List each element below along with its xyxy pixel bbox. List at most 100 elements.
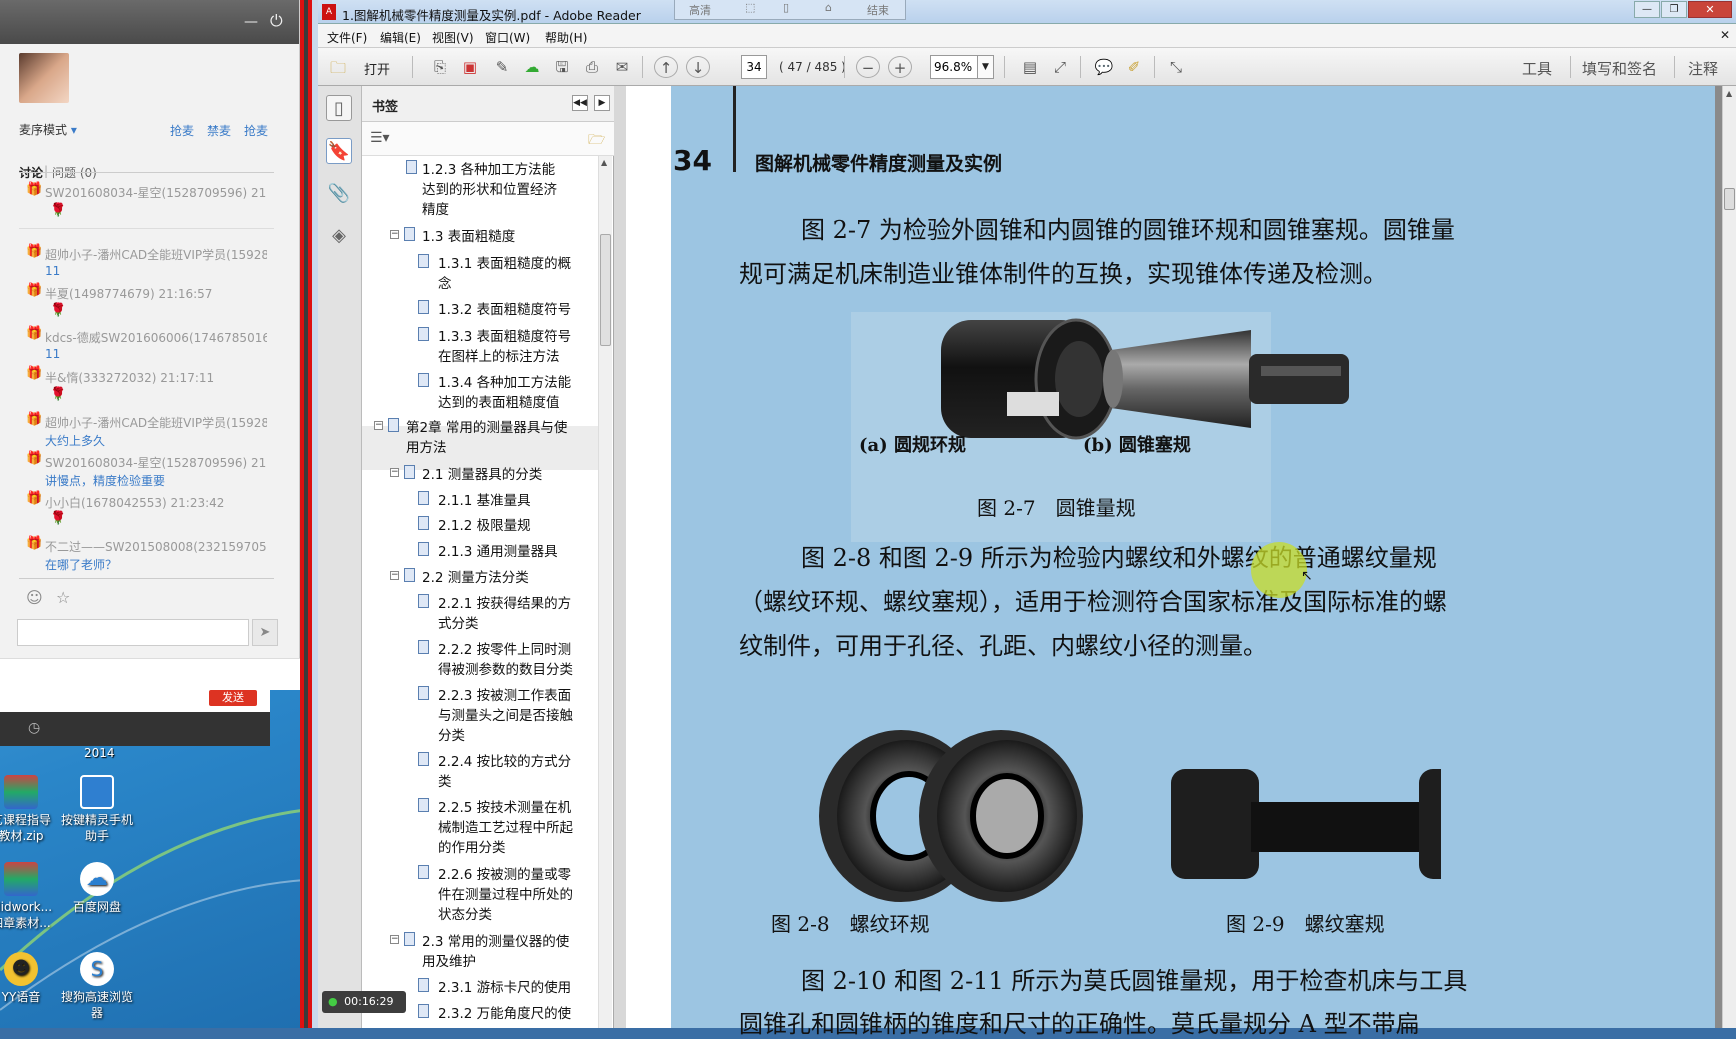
close-doc-icon[interactable]: ✕ bbox=[1720, 28, 1730, 42]
document-scrollbar[interactable]: ▲ bbox=[1722, 86, 1736, 1028]
menu-edit[interactable]: 编辑(E) bbox=[380, 29, 421, 46]
page-thumbnails-icon[interactable]: ▯ bbox=[326, 95, 352, 121]
comment-button[interactable]: 注释 bbox=[1688, 58, 1718, 79]
print-icon[interactable]: ⎙ bbox=[580, 56, 604, 78]
zoom-dropdown-chevron-icon[interactable]: ▼ bbox=[978, 55, 994, 79]
layers-icon[interactable]: ◈ bbox=[326, 223, 352, 249]
collapse-toggle-icon[interactable]: − bbox=[390, 571, 399, 580]
bookmark-item[interactable]: 2.3 常用的测量仪器的使 用及维护 bbox=[422, 932, 569, 972]
comment-bubble-icon[interactable]: 💬 bbox=[1092, 56, 1116, 78]
zoom-out-icon[interactable]: − bbox=[856, 56, 880, 78]
avatar[interactable] bbox=[19, 53, 69, 103]
bookmark-label: 得被测参数的数目分类 bbox=[438, 662, 573, 678]
chevron-right-icon[interactable]: ▶ bbox=[594, 95, 610, 111]
menu-window[interactable]: 窗口(W) bbox=[485, 29, 530, 46]
grab-mic-link[interactable]: 抢麦 bbox=[170, 122, 194, 139]
send-icon[interactable]: ➤ bbox=[252, 619, 278, 646]
zoom-in-icon[interactable]: + bbox=[888, 56, 912, 78]
home-icon[interactable]: ⌂ bbox=[825, 1, 832, 14]
export-pdf-icon[interactable]: ▣ bbox=[458, 56, 482, 78]
zoom-input[interactable] bbox=[930, 55, 978, 79]
menu-view[interactable]: 视图(V) bbox=[432, 29, 474, 46]
attachment-icon[interactable]: 📎 bbox=[326, 181, 352, 207]
end-tab[interactable]: 结束 bbox=[867, 2, 889, 18]
desktop-icon-baidu-pan[interactable]: ☁ 百度网盘 bbox=[52, 862, 142, 915]
bookmark-scrollbar[interactable]: ▲ bbox=[598, 156, 612, 1028]
bookmark-item[interactable]: 2.2.2 按零件上同时测 得被测参数的数目分类 bbox=[438, 640, 573, 680]
bookmark-item[interactable]: 2.1.2 极限量规 bbox=[438, 516, 531, 536]
upload-icon[interactable]: ☁ bbox=[520, 56, 544, 78]
fit-page-icon[interactable]: ▤ bbox=[1018, 56, 1042, 78]
bookmark-icon[interactable]: 🔖 bbox=[326, 138, 352, 164]
mic-mode-select[interactable]: 麦序模式 ▾ bbox=[19, 121, 77, 138]
bookmark-item[interactable]: 1.3.4 各种加工方法能 达到的表面粗糙度值 bbox=[438, 373, 571, 413]
bookmark-item[interactable]: 1.3.1 表面粗糙度的概念 bbox=[438, 254, 571, 294]
collapse-toggle-icon[interactable]: − bbox=[390, 230, 399, 239]
hd-tab[interactable]: 高清 bbox=[689, 2, 711, 18]
collapse-toggle-icon[interactable]: − bbox=[390, 468, 399, 477]
bookmark-item[interactable]: 2.3.1 游标卡尺的使用 bbox=[438, 978, 571, 998]
bookmark-item[interactable]: 2.2 测量方法分类 bbox=[422, 568, 529, 588]
open-button[interactable]: 🗀 打开 bbox=[330, 56, 402, 78]
page-number-input[interactable] bbox=[741, 55, 767, 79]
bookmark-item-chapter-2[interactable]: 第2章 常用的测量器具与使 用方法 bbox=[406, 418, 567, 458]
scroll-thumb[interactable] bbox=[600, 234, 611, 346]
collapse-toggle-icon[interactable]: − bbox=[390, 935, 399, 944]
fill-sign-button[interactable]: 填写和签名 bbox=[1582, 58, 1657, 79]
bookmark-item[interactable]: 2.2.3 按被测工作表面 与测量头之间是否接触 分类 bbox=[438, 686, 573, 746]
question-count: (0) bbox=[79, 166, 97, 180]
scroll-up-icon[interactable]: ▲ bbox=[1726, 89, 1732, 98]
minimize-icon[interactable]: — bbox=[244, 14, 258, 30]
close-button[interactable]: ✕ bbox=[1688, 1, 1732, 18]
previous-page-icon[interactable]: ↑ bbox=[654, 56, 678, 78]
bookmark-item[interactable]: 2.1 测量器具的分类 bbox=[422, 465, 542, 485]
grab-mic-link-2[interactable]: 抢麦 bbox=[244, 122, 268, 139]
bookmark-item[interactable]: 2.2.5 按技术测量在机 械制造工艺过程中所起 的作用分类 bbox=[438, 798, 573, 858]
bookmark-item[interactable]: 2.2.4 按比较的方式分类 bbox=[438, 752, 571, 792]
email-icon[interactable]: ✉ bbox=[610, 56, 634, 78]
bookmark-item[interactable]: 1.3 表面粗糙度 bbox=[422, 227, 515, 247]
fullscreen-icon[interactable]: ⤡ bbox=[1164, 56, 1188, 78]
ban-mic-link[interactable]: 禁麦 bbox=[207, 122, 231, 139]
bookmark-item[interactable]: 1.2.3 各种加工方法能 达到的形状和位置经济 精度 bbox=[422, 160, 557, 220]
fit-width-icon[interactable]: ⤢ bbox=[1048, 56, 1072, 78]
edit-icon[interactable]: ✎ bbox=[490, 56, 514, 78]
minimize-button[interactable]: — bbox=[1634, 1, 1660, 18]
region-icon[interactable]: ⬚ bbox=[745, 1, 755, 14]
bookmark-page-icon bbox=[418, 491, 429, 505]
desktop-icon-key-wizard[interactable]: 按键精灵手机 助手 bbox=[52, 775, 142, 844]
send-button[interactable]: 发送 bbox=[209, 690, 257, 706]
page-icon[interactable]: ▯ bbox=[783, 1, 789, 14]
create-pdf-icon[interactable]: ⎘ bbox=[428, 56, 452, 78]
emoji-icon[interactable]: ☺ bbox=[26, 588, 43, 607]
power-icon[interactable]: ⏻ bbox=[270, 11, 283, 31]
scroll-up-icon[interactable]: ▲ bbox=[601, 158, 607, 167]
highlight-icon[interactable]: ✐ bbox=[1122, 56, 1146, 78]
bookmark-item[interactable]: 2.2.1 按获得结果的方 式分类 bbox=[438, 594, 571, 634]
options-menu-icon[interactable]: ☰▾ bbox=[370, 130, 390, 146]
expand-bookmark-icon[interactable]: 🗁 bbox=[588, 129, 605, 153]
recording-timer: ● 00:16:29 bbox=[322, 991, 406, 1013]
collapse-left-icon[interactable]: ◀◀ bbox=[572, 95, 588, 111]
star-icon[interactable]: ☆ bbox=[56, 588, 70, 607]
bookmark-item[interactable]: 2.2.6 按被测的量或零 件在测量过程中所处的 状态分类 bbox=[438, 865, 573, 925]
bookmark-item[interactable]: 2.1.3 通用测量器具 bbox=[438, 542, 558, 562]
bookmark-item[interactable]: 2.3.2 万能角度尺的使 bbox=[438, 1004, 571, 1024]
mouse-cursor-icon: ↖ bbox=[1301, 568, 1313, 584]
save-icon[interactable]: 🖫 bbox=[550, 56, 574, 78]
paragraph-line: 图 2-7 为检验外圆锥和内圆锥的圆锥环规和圆锥塞规。圆锥量 bbox=[801, 216, 1455, 244]
bookmark-item[interactable]: 2.1.1 基准量具 bbox=[438, 491, 531, 511]
chat-input[interactable] bbox=[17, 619, 249, 646]
scroll-thumb[interactable] bbox=[1724, 188, 1735, 210]
tab-divider: | bbox=[44, 164, 49, 178]
next-page-icon[interactable]: ↓ bbox=[686, 56, 710, 78]
splitter[interactable] bbox=[614, 86, 626, 1028]
bookmark-item[interactable]: 1.3.2 表面粗糙度符号 bbox=[438, 300, 571, 320]
menu-file[interactable]: 文件(F) bbox=[327, 29, 367, 46]
collapse-toggle-icon[interactable]: − bbox=[374, 421, 383, 430]
menu-help[interactable]: 帮助(H) bbox=[545, 29, 587, 46]
desktop-icon-sogou[interactable]: S 搜狗高速浏览器 bbox=[52, 952, 142, 1021]
maximize-button[interactable]: ❐ bbox=[1661, 1, 1687, 18]
bookmark-item[interactable]: 1.3.3 表面粗糙度符号 在图样上的标注方法 bbox=[438, 327, 571, 367]
tools-button[interactable]: 工具 bbox=[1522, 58, 1552, 79]
